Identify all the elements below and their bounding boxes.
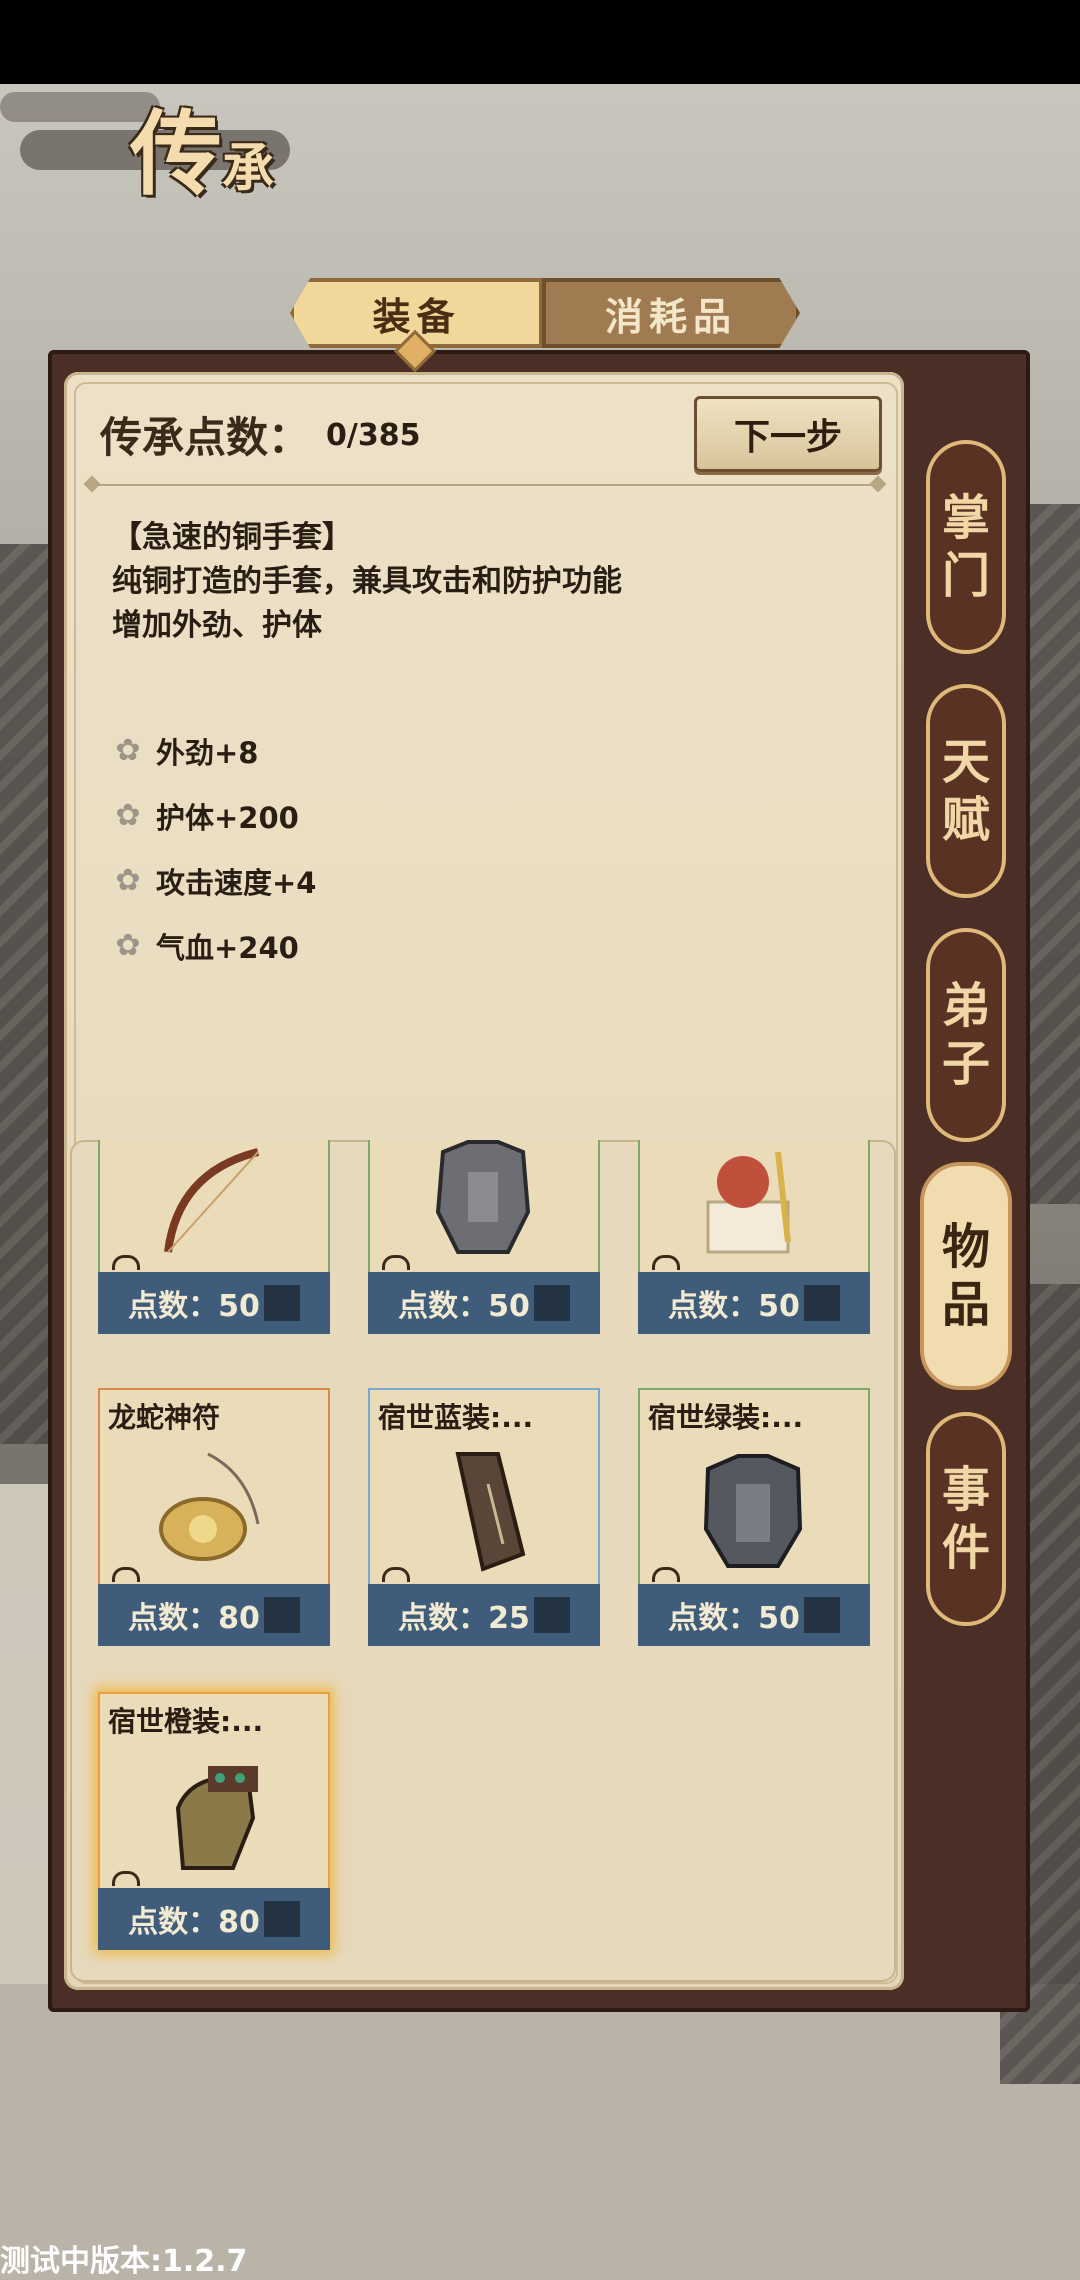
flower-icon: ✿ xyxy=(115,798,141,833)
ring-icon xyxy=(112,1567,140,1582)
item-card-name: 龙蛇神符 xyxy=(108,1401,221,1434)
cost-square xyxy=(803,1597,840,1633)
item-card-name: 宿世橙装:... xyxy=(108,1705,264,1738)
item-name: 【急速的铜手套】 xyxy=(112,520,352,555)
armor-icon xyxy=(418,1140,548,1262)
cost-text: 点数：80 xyxy=(128,1905,260,1940)
flower-icon: ✿ xyxy=(115,863,141,898)
side-tab-char: 门 xyxy=(941,548,990,604)
ring-icon xyxy=(382,1567,410,1582)
item-effect: 增加外劲、护体 xyxy=(112,608,322,643)
cost-bar: 点数：80 xyxy=(98,1584,330,1646)
token-icon xyxy=(418,1444,548,1574)
glove-icon xyxy=(148,1748,278,1878)
item-card[interactable]: 龙蛇神符 点数：80 xyxy=(98,1388,330,1646)
bow-icon xyxy=(148,1140,278,1262)
cost-bar: 点数：50 xyxy=(368,1272,600,1334)
points-label: 传承点数： xyxy=(100,413,311,462)
stat-row: ✿ 外劲+8 xyxy=(112,730,258,772)
side-tab-char: 事 xyxy=(941,1462,990,1518)
side-tab-char: 掌 xyxy=(941,490,990,546)
item-card[interactable]: 宿世蓝装:... 点数：25 xyxy=(368,1388,600,1646)
side-tab-events[interactable]: 事件 xyxy=(926,1412,1006,1626)
version-label: 测试中版本:1.2.7 xyxy=(0,2244,248,2279)
cost-text: 点数：50 xyxy=(668,1601,800,1636)
item-description: 纯铜打造的手套，兼具攻击和防护功能 xyxy=(112,564,622,599)
cost-text: 点数：50 xyxy=(668,1289,800,1324)
item-card[interactable]: 宿世绿装:... 点数：50 xyxy=(638,1388,870,1646)
ring-icon xyxy=(382,1255,410,1270)
cost-square xyxy=(533,1285,570,1321)
side-tab-items[interactable]: 物品 xyxy=(920,1162,1012,1390)
flower-icon: ✿ xyxy=(115,733,141,768)
item-card[interactable]: 点数：50 xyxy=(98,1140,330,1334)
cost-square xyxy=(263,1901,300,1937)
side-tab-char: 子 xyxy=(941,1036,990,1092)
cost-bar: 点数：25 xyxy=(368,1584,600,1646)
status-bar xyxy=(0,0,1080,84)
stat-text: 护体+200 xyxy=(156,801,299,835)
item-card[interactable]: 宿世橙装:... 点数：80 xyxy=(98,1692,330,1950)
ring-icon xyxy=(652,1567,680,1582)
ring-icon xyxy=(652,1255,680,1270)
stat-row: ✿ 护体+200 xyxy=(112,795,299,837)
points-value: 0/385 xyxy=(326,418,421,453)
side-tab-char: 弟 xyxy=(941,978,990,1034)
side-tab-char: 物 xyxy=(941,1219,990,1275)
side-tab-sect[interactable]: 掌门 xyxy=(926,440,1006,654)
armor-icon xyxy=(688,1444,818,1574)
side-tab-talent[interactable]: 天赋 xyxy=(926,684,1006,898)
talisman-icon xyxy=(148,1444,278,1574)
side-tab-char: 品 xyxy=(941,1277,990,1333)
seal-icon xyxy=(688,1140,818,1262)
cost-text: 点数：50 xyxy=(128,1289,260,1324)
cost-bar: 点数：50 xyxy=(638,1584,870,1646)
cost-text: 点数：25 xyxy=(398,1601,530,1636)
cost-square xyxy=(533,1597,570,1633)
side-tab-char: 件 xyxy=(941,1520,990,1576)
tab-consumables[interactable]: 消耗品 xyxy=(542,278,800,348)
cost-square xyxy=(263,1285,300,1321)
item-card[interactable]: 点数：50 xyxy=(368,1140,600,1334)
item-grid[interactable]: 点数：50 点数：50 点数：50 龙蛇神符 点数：80 宿世蓝装:... 点数 xyxy=(70,1140,896,1982)
cost-bar: 点数：50 xyxy=(98,1272,330,1334)
stat-row: ✿ 气血+240 xyxy=(112,925,299,967)
item-card-name: 宿世绿装:... xyxy=(648,1401,804,1434)
stat-text: 外劲+8 xyxy=(156,736,259,770)
flower-icon: ✿ xyxy=(115,928,141,963)
item-card-name: 宿世蓝装:... xyxy=(378,1401,534,1434)
item-card[interactable]: 点数：50 xyxy=(638,1140,870,1334)
cost-text: 点数：50 xyxy=(398,1289,530,1324)
ring-icon xyxy=(112,1871,140,1886)
stat-row: ✿ 攻击速度+4 xyxy=(112,860,316,902)
side-tab-char: 赋 xyxy=(941,792,990,848)
next-button[interactable]: 下一步 xyxy=(694,396,882,472)
stat-text: 气血+240 xyxy=(156,931,299,965)
cost-bar: 点数：50 xyxy=(638,1272,870,1334)
page-title: 传承 xyxy=(130,100,275,208)
side-tab-char: 天 xyxy=(941,734,990,790)
ring-icon xyxy=(112,1255,140,1270)
cost-bar: 点数：80 xyxy=(98,1888,330,1950)
cost-square xyxy=(803,1285,840,1321)
stat-text: 攻击速度+4 xyxy=(156,866,317,900)
cost-text: 点数：80 xyxy=(128,1601,260,1636)
cost-square xyxy=(263,1597,300,1633)
side-tab-disciples[interactable]: 弟子 xyxy=(926,928,1006,1142)
divider xyxy=(92,484,878,486)
